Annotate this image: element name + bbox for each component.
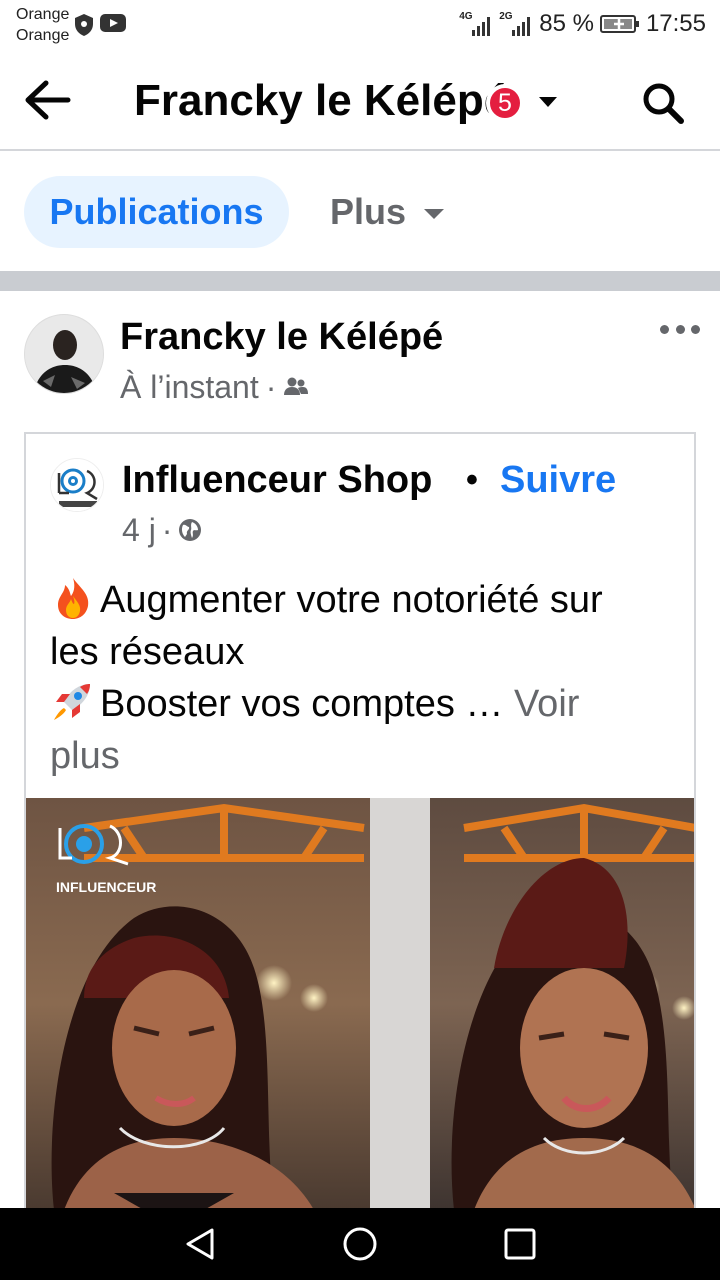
more-horizontal-icon[interactable]: [660, 319, 700, 339]
status-bar: Orange Orange 4G 2G 85 % 17:55: [0, 0, 720, 52]
signal-4g-icon: 4G: [459, 11, 493, 37]
chevron-down-icon[interactable]: [536, 90, 560, 114]
carrier-line-1: Orange: [16, 6, 70, 23]
shop-logo[interactable]: [50, 458, 104, 512]
tab-publications[interactable]: Publications: [24, 176, 289, 248]
post-meta: À l’instant ·: [120, 367, 309, 407]
battery-percent: 85 %: [539, 10, 594, 37]
rocket-emoji-icon: [54, 684, 90, 720]
post-author-name[interactable]: Francky le Kélépé: [120, 315, 443, 359]
post-media-image[interactable]: INFLUENCEUR: [26, 798, 694, 1208]
post-text-line-3: Booster vos comptes … Voir: [50, 678, 680, 730]
post-text-line-2: les réseaux: [50, 631, 245, 673]
nav-back-icon[interactable]: [182, 1226, 218, 1262]
feed-post: Francky le Kélépé À l’instant · Influenc…: [0, 291, 720, 1208]
follow-button[interactable]: Suivre: [500, 458, 616, 502]
carrier-label: Orange Orange: [16, 4, 69, 46]
shared-page-name[interactable]: Influenceur Shop: [122, 458, 432, 502]
shared-post-meta: 4 j ·: [122, 510, 202, 550]
profile-tabs: Publications Plus: [0, 153, 720, 271]
system-nav-bar: [0, 1208, 720, 1280]
meta-dot: ·: [265, 369, 277, 405]
post-text-line-1: Augmenter votre notoriété sur: [50, 574, 680, 626]
clock: 17:55: [645, 10, 706, 37]
youtube-icon: [100, 14, 126, 32]
status-notification-icons: [74, 13, 126, 37]
influenceur-logo-icon: [51, 459, 103, 511]
avatar[interactable]: [24, 314, 104, 394]
name-separator: •: [466, 461, 478, 499]
media-photo: INFLUENCEUR: [26, 798, 694, 1208]
carrier-line-2: Orange: [16, 27, 70, 44]
globe-icon: [179, 519, 202, 541]
arrow-left-icon[interactable]: [22, 78, 72, 122]
see-more-link-continued[interactable]: plus: [50, 730, 680, 782]
fire-emoji-icon: [58, 578, 89, 619]
chevron-down-icon: [424, 209, 445, 219]
page-title[interactable]: Francky le Kélépé: [134, 76, 508, 126]
post-timestamp[interactable]: À l’instant: [120, 367, 259, 407]
avatar-photo: [25, 315, 103, 393]
post-text: Augmenter votre notoriété sur les réseau…: [50, 574, 680, 782]
shield-icon: [75, 14, 93, 36]
see-more-link[interactable]: Voir: [514, 683, 579, 725]
meta-dot: ·: [161, 512, 173, 548]
signal-2g-icon: 2G: [499, 11, 533, 37]
search-icon[interactable]: [640, 80, 686, 126]
tab-plus[interactable]: Plus: [330, 176, 445, 248]
post-text-3: Booster vos comptes …: [100, 683, 514, 725]
notification-badge: 5: [488, 86, 522, 120]
media-watermark: INFLUENCEUR: [56, 879, 156, 895]
battery-charging-icon: [599, 15, 639, 33]
nav-home-icon[interactable]: [342, 1226, 378, 1262]
status-right: 4G 2G 85 % 17:55: [459, 10, 706, 38]
friends-icon: [284, 377, 309, 395]
nav-recents-icon[interactable]: [503, 1226, 537, 1262]
tab-plus-label: Plus: [330, 191, 407, 232]
section-divider: [0, 271, 720, 291]
app-screen: Orange Orange 4G 2G 85 % 17:55 Francky l…: [0, 0, 720, 1280]
profile-header: Francky le Kélépé 5: [0, 52, 720, 151]
post-text-1: Augmenter votre notoriété sur: [100, 579, 603, 621]
shared-post-timestamp[interactable]: 4 j: [122, 510, 156, 550]
shared-post-card[interactable]: Influenceur Shop • Suivre 4 j · Augmente…: [24, 432, 696, 1208]
